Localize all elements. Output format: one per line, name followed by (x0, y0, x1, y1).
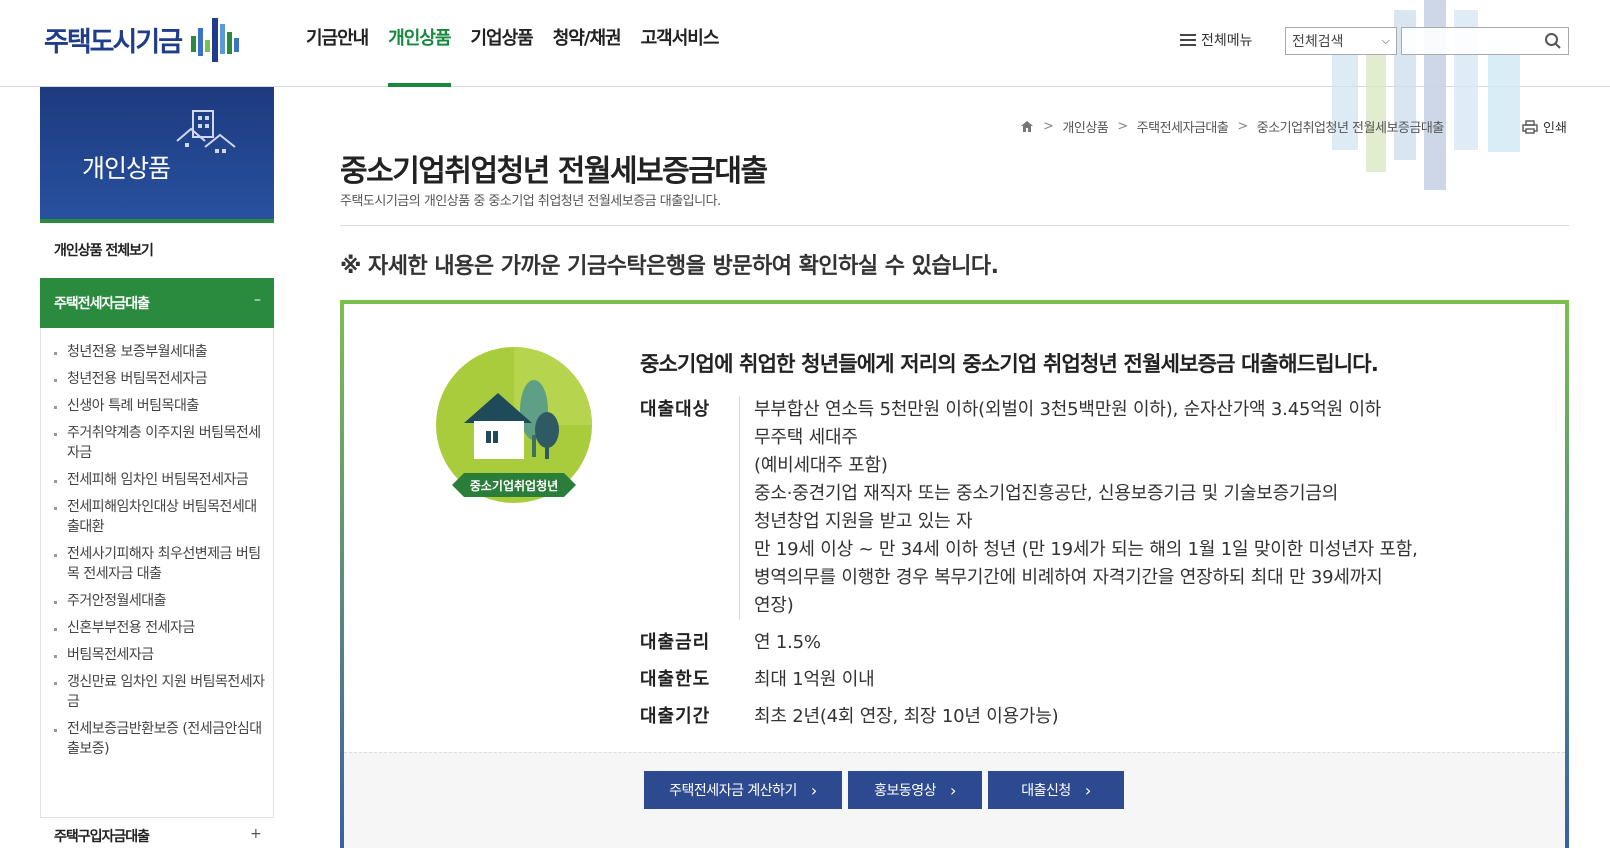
search-scope-select[interactable]: 전체검색 ⌵ (1285, 27, 1397, 55)
sidebar-subitem[interactable]: 갱신만료 임차인 지원 버팀목전세자금 (41, 672, 273, 712)
target-line: 연장) (754, 595, 794, 616)
chevron-right-icon: > (1237, 119, 1248, 134)
sidebar-subitem[interactable]: 청년전용 보증부월세대출 (41, 342, 273, 362)
sidebar-subitem[interactable]: 청년전용 버팀목전세자금 (41, 369, 273, 389)
button-label: 주택전세자금 계산하기 (669, 783, 797, 799)
expand-icon[interactable]: + (250, 826, 262, 842)
gnb-item-subscription[interactable]: 청약/채권 (553, 0, 622, 87)
gnb-item-customer[interactable]: 고객서비스 (641, 0, 720, 87)
action-buttons: 주택전세자금 계산하기 › 홍보동영상 › 대출신청 › (644, 771, 1130, 809)
detail-row-period: 대출기간 최초 2년(4회 연장, 최장 10년 이용가능) (640, 703, 1540, 731)
hamburger-icon (1180, 34, 1196, 46)
gnb-item-fund-info[interactable]: 기금안내 (306, 0, 369, 87)
chevron-right-icon: › (1084, 780, 1091, 800)
all-menu-button[interactable]: 전체메뉴 (1180, 30, 1253, 50)
collapse-icon: – (254, 292, 261, 308)
sidebar-title-banner: 개인상품 (40, 87, 274, 223)
target-line: 부부합산 연소득 5천만원 이하(외벌이 3천5백만원 이하), 순자산가액 3… (754, 399, 1382, 420)
target-line: 무주택 세대주 (754, 427, 858, 448)
sidebar-subitem[interactable]: 버팀목전세자금 (41, 645, 273, 665)
button-label: 홍보동영상 (874, 783, 936, 799)
breadcrumb: > 개인상품 > 주택전세자금대출 > 중소기업취업청년 전월세보증금대출 (1020, 117, 1444, 136)
sidebar-subitem[interactable]: 주거안정월세대출 (41, 591, 273, 611)
printer-icon (1522, 119, 1538, 134)
gnb-item-personal[interactable]: 개인상품 (388, 0, 452, 87)
product-lead: 중소기업에 취업한 청년들에게 저리의 중소기업 취업청년 전월세보증금 대출해… (640, 352, 1379, 376)
divider (340, 225, 1569, 226)
logo-text: 주택도시기금 (44, 26, 183, 58)
product-badge-icon: 중소기업취업청년 (436, 347, 592, 503)
badge-label: 중소기업취업청년 (470, 478, 558, 493)
breadcrumb-current: 중소기업취업청년 전월세보증금대출 (1256, 121, 1445, 136)
detail-row-rate: 대출금리 연 1.5% (640, 629, 1540, 657)
detail-label: 대출대상 (640, 396, 740, 620)
apply-loan-button[interactable]: 대출신청 › (988, 771, 1124, 809)
sidebar-title: 개인상품 (82, 154, 171, 183)
sidebar-section-purchase[interactable]: 주택구입자금대출 (54, 826, 150, 846)
calculator-button[interactable]: 주택전세자금 계산하기 › (644, 771, 842, 809)
notice-text: ※ 자세한 내용은 가까운 기금수탁은행을 방문하여 확인하실 수 있습니다. (340, 254, 999, 279)
sidebar-subitem[interactable]: 전세피해 임차인 버팀목전세자금 (41, 470, 273, 490)
search-input[interactable] (1402, 28, 1532, 54)
sidebar-section-label: 주택전세자금대출 (54, 296, 150, 312)
sidebar-subitem[interactable]: 전세피해임차인대상 버팀목전세대출대환 (41, 497, 273, 537)
detail-value: 부부합산 연소득 5천만원 이하(외벌이 3천5백만원 이하), 순자산가액 3… (754, 396, 1418, 620)
gnb-item-corporate[interactable]: 기업상품 (471, 0, 534, 87)
promo-video-button[interactable]: 홍보동영상 › (848, 771, 982, 809)
detail-label: 대출금리 (640, 632, 711, 653)
breadcrumb-item[interactable]: 개인상품 (1062, 117, 1108, 136)
product-box: 중소기업취업청년 중소기업에 취업한 청년들에게 저리의 중소기업 취업청년 전… (340, 300, 1569, 848)
product-details: 대출대상 부부합산 연소득 5천만원 이하(외벌이 3천5백만원 이하), 순자… (640, 396, 1540, 740)
target-line: 청년창업 지원을 받고 있는 자 (754, 511, 973, 532)
chevron-down-icon: ⌵ (1381, 34, 1390, 47)
sidebar-section-jeonse[interactable]: 주택전세자금대출 – (40, 278, 274, 328)
print-button[interactable]: 인쇄 (1522, 117, 1567, 136)
detail-label: 대출한도 (640, 669, 711, 690)
chevron-right-icon: > (1117, 119, 1128, 134)
sidebar-subitem[interactable]: 전세보증금반환보증 (전세금안심대출보증) (41, 719, 273, 759)
print-label: 인쇄 (1543, 121, 1567, 136)
home-icon[interactable] (1020, 120, 1034, 133)
sidebar-subitem[interactable]: 신생아 특례 버팀목대출 (41, 396, 273, 416)
chevron-right-icon: › (950, 780, 956, 800)
sidebar-subitem[interactable]: 주거취약계층 이주지원 버팀목전세자금 (41, 423, 273, 463)
buildings-icon (176, 110, 236, 153)
target-line: 중소·중견기업 재직자 또는 중소기업진흥공단, 신용보증기금 및 기술보증기금… (754, 483, 1339, 504)
search-box (1401, 27, 1569, 55)
breadcrumb-item[interactable]: 주택전세자금대출 (1137, 117, 1229, 136)
detail-row-limit: 대출한도 최대 1억원 이내 (640, 666, 1540, 694)
target-line: 병역의무를 이행한 경우 복무기간에 비례하여 자격기간을 연장하되 최대 만 … (754, 567, 1383, 588)
button-area: 주택전세자금 계산하기 › 홍보동영상 › 대출신청 › (344, 752, 1565, 848)
target-line: 만 19세 이상 ~ 만 34세 이하 청년 (만 19세가 되는 해의 1월 … (754, 539, 1418, 560)
search-icon[interactable] (1544, 32, 1562, 50)
all-menu-label: 전체메뉴 (1201, 33, 1253, 49)
logo-mark-icon (191, 18, 240, 62)
detail-value: 최대 1억원 이내 (754, 669, 875, 690)
main-nav: 기금안내 개인상품 기업상품 청약/채권 고객서비스 (306, 0, 738, 87)
search-scope-value: 전체검색 (1292, 34, 1344, 50)
sidebar-subitem[interactable]: 신혼부부전용 전세자금 (41, 618, 273, 638)
sidebar-subitem[interactable]: 전세사기피해자 최우선변제금 버팀목 전세자금 대출 (41, 544, 273, 584)
sidebar-item-all[interactable]: 개인상품 전체보기 (54, 240, 154, 260)
sidebar-sublist: 청년전용 보증부월세대출 청년전용 버팀목전세자금 신생아 특례 버팀목대출 주… (40, 328, 274, 818)
detail-value: 연 1.5% (754, 632, 821, 653)
chevron-right-icon: › (810, 780, 817, 800)
site-logo[interactable]: 주택도시기금 (44, 14, 243, 64)
detail-row-target: 대출대상 부부합산 연소득 5천만원 이하(외벌이 3천5백만원 이하), 순자… (640, 396, 1540, 620)
page-description: 주택도시기금의 개인상품 중 중소기업 취업청년 전월세보증금 대출입니다. (340, 194, 721, 209)
page-title: 중소기업취업청년 전월세보증금대출 (340, 154, 768, 189)
button-label: 대출신청 (1021, 783, 1071, 799)
chevron-right-icon: > (1043, 119, 1054, 134)
detail-value: 최초 2년(4회 연장, 최장 10년 이용가능) (754, 706, 1059, 727)
target-line: (예비세대주 포함) (754, 455, 888, 476)
detail-label: 대출기간 (640, 706, 711, 727)
